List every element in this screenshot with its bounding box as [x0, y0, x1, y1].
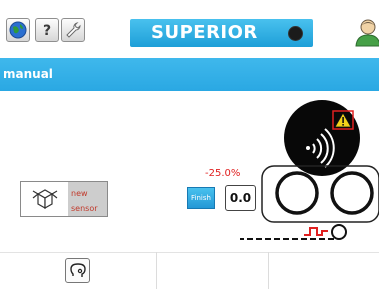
pulse-signal-icon [304, 227, 328, 236]
mode-bar: manual [0, 58, 379, 91]
machine-diagram [240, 100, 379, 240]
top-toolbar: ? SUPERIOR [0, 0, 379, 56]
globe-icon [9, 21, 27, 39]
help-icon: ? [43, 23, 51, 39]
app-title-bar: SUPERIOR [130, 19, 313, 47]
left-roller [275, 171, 319, 215]
mode-label: manual [3, 67, 53, 81]
svg-text:?: ? [43, 23, 51, 39]
speed-percent: -25.0% [205, 168, 241, 179]
help-button[interactable]: ? [35, 18, 59, 42]
tools-button[interactable] [61, 18, 85, 42]
sensor-label-line1: new [71, 189, 88, 198]
finish-button[interactable]: Finish [187, 187, 215, 209]
bottom-divider [156, 252, 157, 289]
app-title: SUPERIOR [151, 22, 258, 43]
user-icon[interactable] [354, 18, 379, 48]
tension-roller [331, 224, 347, 240]
new-sensor-button[interactable]: new sensor [20, 181, 108, 217]
operator-button[interactable] [65, 258, 90, 283]
right-roller [330, 171, 374, 215]
wrench-icon [66, 22, 81, 38]
operator-head-icon [69, 262, 86, 277]
sensor-label-line2: sensor [71, 204, 98, 213]
bottom-separator [0, 252, 379, 253]
sensor-box-icon [21, 182, 68, 216]
sensor-label: new sensor [68, 182, 107, 216]
globe-button[interactable] [6, 18, 30, 42]
bottom-divider [268, 252, 269, 289]
status-indicator-icon [288, 26, 303, 41]
